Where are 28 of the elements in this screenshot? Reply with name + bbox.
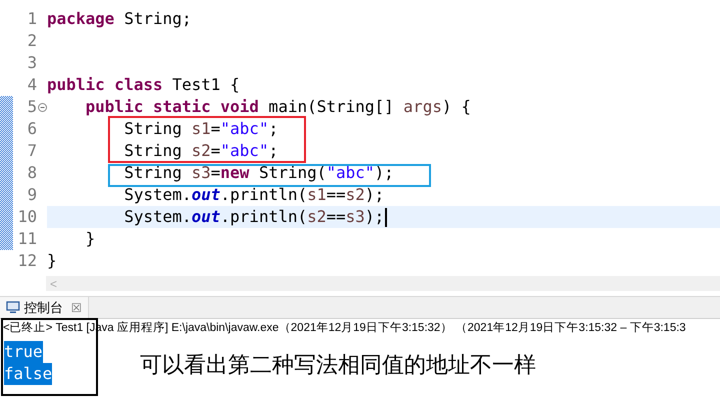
line-number: 1 bbox=[27, 8, 37, 30]
line-number: 2 bbox=[27, 30, 37, 52]
line-number: 8 bbox=[27, 162, 37, 184]
text-cursor bbox=[385, 208, 388, 226]
line-number: 3 bbox=[27, 52, 37, 74]
code-line: String s1="abc"; bbox=[123, 118, 278, 140]
code-line: package String; bbox=[47, 8, 192, 30]
line-number: 7 bbox=[27, 140, 37, 162]
collapse-icon[interactable] bbox=[38, 102, 46, 112]
monitor-icon bbox=[6, 301, 20, 314]
line-number: 4 bbox=[27, 74, 37, 96]
console-tab[interactable]: 控制台 ☒ bbox=[0, 297, 89, 318]
code-line: public static void main(String[] args) { bbox=[84, 96, 471, 118]
close-icon[interactable]: ☒ bbox=[71, 298, 82, 316]
code-line: String s2="abc"; bbox=[123, 140, 278, 162]
line-number: 10 bbox=[18, 206, 37, 228]
line-number: 11 bbox=[18, 228, 37, 250]
line-number: 5 bbox=[27, 96, 37, 118]
line-number: 6 bbox=[27, 118, 37, 140]
code-line: } bbox=[47, 250, 57, 272]
line-number: 9 bbox=[27, 184, 37, 206]
code-line: System.out.println(s2==s3); bbox=[123, 206, 384, 228]
code-line: String s3=new String("abc"); bbox=[123, 162, 394, 184]
code-line: } bbox=[84, 228, 96, 250]
line-number: 12 bbox=[18, 250, 37, 272]
annotation-text: 可以看出第二种写法相同值的地址不一样 bbox=[140, 350, 536, 378]
code-line: public class Test1 { bbox=[47, 74, 240, 96]
code-line: System.out.println(s1==s2); bbox=[123, 184, 384, 206]
